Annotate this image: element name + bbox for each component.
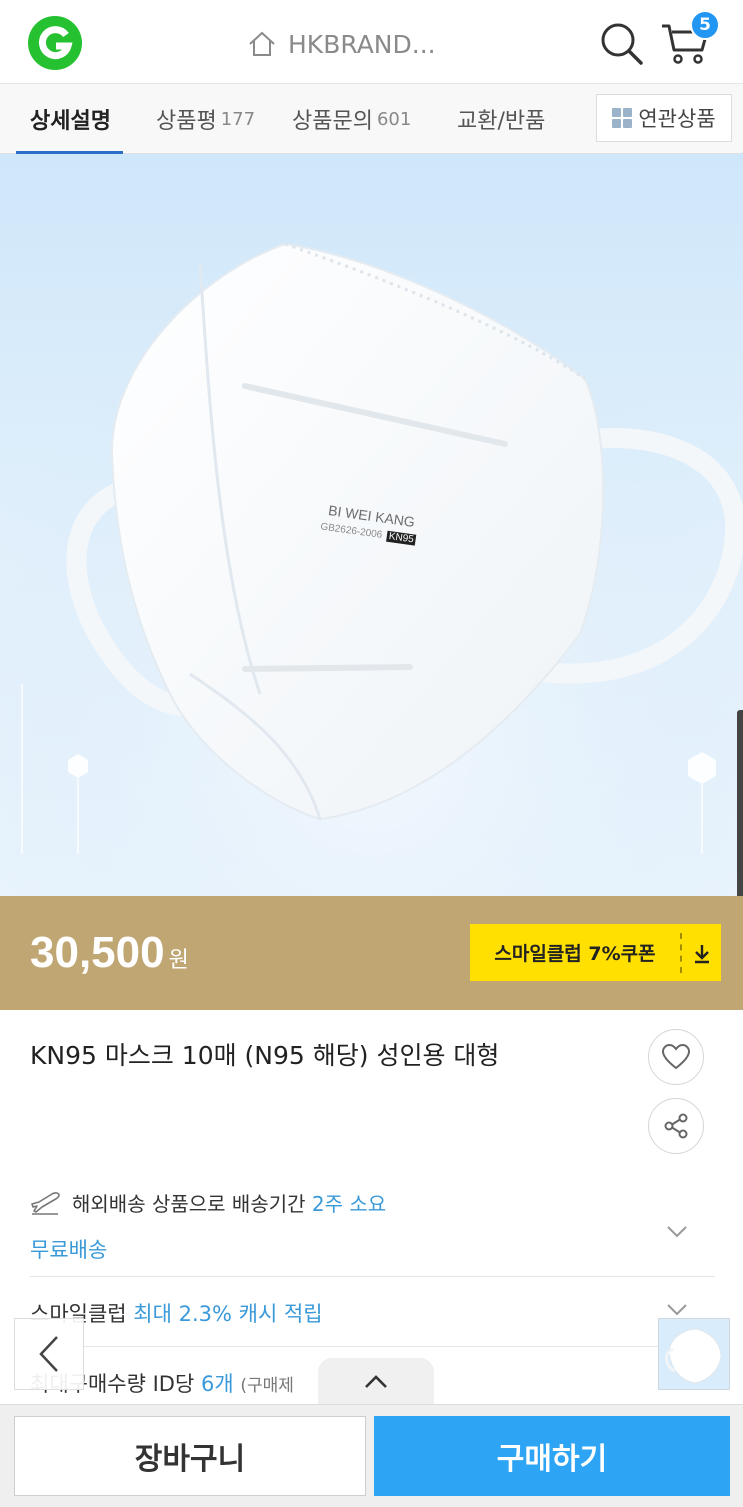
store-link[interactable]: HKBRAND... [246,24,436,64]
search-icon[interactable] [598,20,644,66]
share-icon [664,1113,688,1139]
product-price: 30,500 원 [30,928,189,978]
detail-tabs: 상세설명 상품평 177 상품문의 601 교환/반품 연관상품 [0,84,743,154]
wishlist-button[interactable] [648,1029,704,1085]
mask-thumbnail-image [665,1328,722,1384]
chevron-up-icon [365,1375,387,1388]
chevron-down-icon[interactable] [666,1303,688,1317]
grid-icon [612,108,633,128]
tab-description[interactable]: 상세설명 [16,84,123,154]
share-button[interactable] [648,1098,704,1154]
heart-icon [661,1043,691,1070]
coupon-download-button[interactable]: 스마일클럽 7%쿠폰 [470,924,721,981]
shipping-info: 해외배송 상품으로 배송기간 2주 소요 [30,1188,386,1217]
top-header: HKBRAND... 5 [0,0,743,84]
related-label: 연관상품 [638,107,716,131]
price-amount: 30,500 [30,928,165,977]
shipping-duration: 2주 소요 [311,1192,387,1216]
home-icon [249,31,275,56]
chevron-down-icon[interactable] [666,1225,688,1239]
tab-label: 상세설명 [30,109,111,134]
question-count: 601 [376,108,412,130]
chevron-left-icon [39,1336,58,1372]
cart-count-badge: 5 [690,10,720,40]
mask-illustration [0,154,743,896]
tab-label: 상품문의 [292,109,373,134]
store-name: HKBRAND... [288,29,436,59]
smile-club-cashback: 최대 2.3% 캐시 적립 [133,1302,323,1326]
shipping-description: 해외배송 상품으로 배송기간 [72,1192,306,1216]
divider [30,1276,715,1277]
max-purchase-qty: 6개 [200,1372,234,1396]
divider [30,1346,715,1347]
review-count: 177 [220,108,256,130]
product-title: KN95 마스크 10매 (N95 해당) 성인용 대형 [30,1041,500,1070]
tab-label: 교환/반품 [457,109,546,134]
tab-label: 상품평 [156,109,217,134]
tab-exchange-return[interactable]: 교환/반품 [457,84,545,154]
price-unit: 원 [168,947,189,972]
max-purchase-note: (구매제 [240,1376,294,1396]
airplane-icon [31,1191,60,1215]
download-icon [682,942,721,964]
related-products-button[interactable]: 연관상품 [596,94,732,142]
tab-questions[interactable]: 상품문의 601 [292,84,411,154]
tab-reviews[interactable]: 상품평 177 [156,84,255,154]
recent-product-thumbnail[interactable] [658,1318,730,1390]
scroll-edge-handle[interactable] [737,710,743,920]
add-to-cart-button[interactable]: 장바구니 [14,1416,366,1496]
gmarket-logo-icon[interactable] [28,16,82,70]
free-shipping-label: 무료배송 [30,1238,108,1262]
scroll-up-button[interactable] [318,1358,434,1406]
back-button[interactable] [14,1318,84,1390]
coupon-label: 스마일클럽 7%쿠폰 [494,943,656,965]
shipping-text: 해외배송 상품으로 배송기간 2주 소요 [72,1188,386,1217]
product-image[interactable]: BI WEI KANG GB2626-2006 KN95 [0,154,743,896]
buy-now-button[interactable]: 구매하기 [374,1416,730,1496]
